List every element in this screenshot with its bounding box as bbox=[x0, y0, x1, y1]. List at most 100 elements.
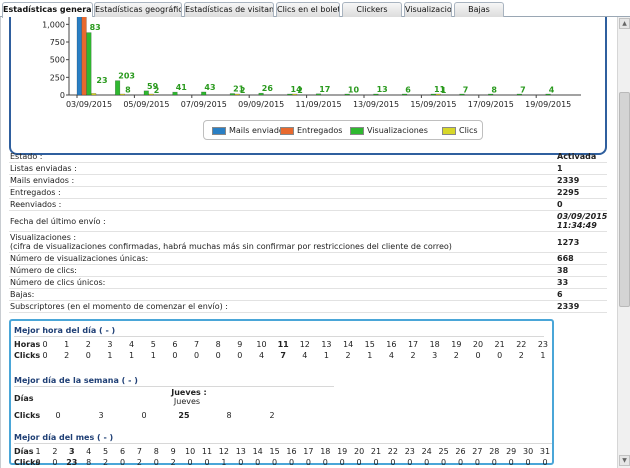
grid-cell: 18 bbox=[429, 340, 440, 349]
stat-label-note: (cifra de visualizaciones confirmadas, h… bbox=[10, 242, 452, 251]
grid-cell: 5 bbox=[150, 340, 156, 349]
scroll-up-icon[interactable]: ▲ bbox=[619, 18, 630, 29]
section-title: Mejor día del mes ( - ) bbox=[14, 433, 114, 442]
tab-estadísticas-de-visitantes[interactable]: Estadísticas de visitantes bbox=[184, 2, 274, 17]
bar-data-label: 2 bbox=[297, 86, 303, 95]
stats-table: Estado : Activada Listas enviadas : 1 Mails … bbox=[9, 151, 607, 313]
grid-cell: 1 bbox=[129, 351, 135, 360]
scroll-down-icon[interactable]: ▼ bbox=[619, 455, 630, 466]
stat-value-text: Activada bbox=[557, 152, 597, 161]
grid-cell: 11 bbox=[277, 340, 289, 349]
stat-value: 2339 bbox=[557, 176, 579, 185]
grid-cell: 2 bbox=[518, 351, 524, 360]
grid-cell: 6 bbox=[172, 340, 178, 349]
grid-cell: 10 bbox=[256, 340, 267, 349]
stat-value: 03/09/2015 11:34:49 bbox=[557, 212, 607, 230]
tab-clics-en-el-boletín[interactable]: Clics en el boletín bbox=[276, 2, 340, 17]
stat-label: Listas enviadas : bbox=[10, 164, 550, 173]
grid-cell: 9 bbox=[237, 340, 243, 349]
section-title: Mejor día de la semana ( - ) bbox=[14, 376, 138, 385]
stat-label-text: Estado : bbox=[10, 152, 43, 161]
grid-cell: 3 bbox=[107, 340, 113, 349]
stat-value: 1273 bbox=[557, 238, 579, 247]
row-label: Clicks bbox=[14, 411, 41, 420]
grid-cell: 3 bbox=[432, 351, 438, 360]
grid-cell: 0 bbox=[508, 458, 514, 467]
stat-label-text: Listas enviadas : bbox=[10, 164, 77, 173]
grid-cell: 2 bbox=[64, 351, 70, 360]
stat-label-text: Subscriptores (en el momento de comenzar… bbox=[10, 302, 228, 311]
stat-label-text: Número de clics únicos: bbox=[10, 278, 106, 287]
bar-data-label: 8 bbox=[491, 85, 497, 94]
tab-bajas[interactable]: Bajas bbox=[454, 2, 504, 17]
bar-data-label: 6 bbox=[405, 86, 411, 95]
bar-visualizaciones bbox=[315, 93, 322, 96]
grid-cell: 7 bbox=[194, 340, 200, 349]
tab-estadísticas-geográficas[interactable]: Estadísticas geográficas bbox=[94, 2, 182, 17]
x-tick-label: 09/09/2015 bbox=[238, 100, 284, 109]
grid-cell: 0 bbox=[475, 351, 481, 360]
grid-cell: 7 bbox=[136, 447, 142, 456]
stat-label: Entregados : bbox=[10, 188, 550, 197]
grid-cell: 0 bbox=[153, 458, 159, 467]
stat-value-text: 38 bbox=[557, 266, 569, 275]
tab-visualizaciones[interactable]: Visualizaciones bbox=[404, 2, 452, 17]
tab-clickers[interactable]: Clickers bbox=[342, 2, 402, 17]
row-label: Días bbox=[14, 394, 34, 403]
bar-data-label: 23 bbox=[96, 76, 107, 85]
stat-value: 38 bbox=[557, 266, 568, 275]
grid-cell: 0 bbox=[356, 458, 362, 467]
stat-row: Entregados : 2295 bbox=[9, 187, 607, 199]
grid-cell: 0 bbox=[305, 458, 311, 467]
grid-cell: 8 bbox=[226, 411, 232, 420]
bar-data-label: 41 bbox=[176, 83, 188, 92]
bar-chart: 1,000 750 500 250 003/09/2015 05/09/2015 07/09… bbox=[42, 17, 581, 109]
legend-item[interactable]: Clics bbox=[442, 126, 478, 135]
stat-row: Mails enviados : 2339 bbox=[9, 175, 607, 187]
grid-cell: 15 bbox=[364, 340, 375, 349]
bar-data-label: 83 bbox=[90, 23, 101, 32]
x-tick-label: 05/09/2015 bbox=[123, 100, 169, 109]
bar-visualizaciones bbox=[201, 91, 207, 96]
grid-cell: 1 bbox=[64, 340, 70, 349]
scroll-thumb[interactable] bbox=[619, 92, 630, 307]
grid-cell: 19 bbox=[337, 447, 348, 456]
bar-data-label: 10 bbox=[348, 85, 360, 94]
grid-cell: 18 bbox=[320, 447, 331, 456]
tab-estadísticas-generales[interactable]: Estadísticas generales bbox=[2, 2, 93, 18]
grid-cell: 0 bbox=[238, 458, 244, 467]
bar-data-label: 13 bbox=[377, 85, 388, 94]
legend-item[interactable]: Entregados bbox=[280, 126, 342, 135]
stat-label: Número de visualizaciones únicas: bbox=[10, 254, 550, 263]
grid-cell: 6 bbox=[119, 447, 126, 456]
grid-cell: 4 bbox=[302, 351, 308, 360]
grid-cell: 0 bbox=[441, 458, 447, 467]
x-tick-label: 13/09/2015 bbox=[353, 100, 399, 109]
y-tick-label: 0 bbox=[60, 91, 65, 100]
grid-cell: 0 bbox=[322, 458, 328, 467]
grid-cell: 29 bbox=[506, 447, 517, 456]
stat-value-text: 33 bbox=[557, 278, 569, 287]
grid-cell: 25 bbox=[178, 411, 190, 420]
vertical-scrollbar[interactable]: ▲ ▼ bbox=[617, 17, 630, 468]
grid-cell: 0 bbox=[141, 411, 147, 420]
stat-label-text: Visualizaciones : bbox=[10, 233, 77, 242]
grid-cell: 9 bbox=[170, 447, 176, 456]
grid-cell: 2 bbox=[345, 351, 351, 360]
grid-cell: 28 bbox=[489, 447, 500, 456]
stat-label-text: Bajas: bbox=[10, 290, 35, 299]
grid-cell: 7 bbox=[280, 351, 286, 360]
bar-clics bbox=[234, 93, 240, 96]
legend-swatch bbox=[212, 126, 226, 135]
legend-item[interactable]: Visualizaciones bbox=[350, 126, 428, 135]
legend-item[interactable]: Mails enviados bbox=[212, 126, 288, 135]
x-tick-label: 15/09/2015 bbox=[410, 100, 456, 109]
y-tick-label: 1,000 bbox=[42, 20, 65, 29]
bar-data-label: 2 bbox=[154, 86, 160, 95]
x-tick-label: 17/09/2015 bbox=[468, 100, 514, 109]
bar-clics bbox=[148, 93, 154, 96]
bar-data-label: 17 bbox=[319, 85, 330, 94]
bar-visualizaciones bbox=[86, 32, 92, 96]
stat-label-text: Número de visualizaciones únicas: bbox=[10, 254, 149, 263]
stat-value: 668 bbox=[557, 254, 574, 263]
